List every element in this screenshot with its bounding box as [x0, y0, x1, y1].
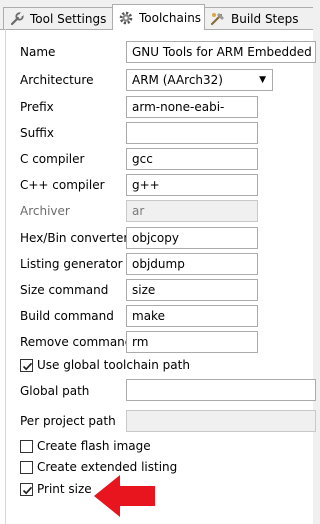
tab-toolchains[interactable]: Toolchains — [112, 4, 205, 30]
prefix-label: Prefix — [20, 100, 54, 114]
wrench-icon — [10, 11, 24, 25]
name-field[interactable]: GNU Tools for ARM Embedded Processors — [126, 41, 316, 63]
tab-label: Toolchains — [139, 10, 202, 25]
checkmark-icon — [22, 486, 33, 494]
size-command-field[interactable]: size — [126, 279, 258, 301]
per-project-path-field — [126, 410, 316, 432]
build-command-field[interactable]: make — [126, 305, 258, 327]
use-global-path-label: Use global toolchain path — [37, 358, 190, 372]
prefix-field[interactable]: arm-none-eabi- — [126, 96, 258, 118]
create-flash-image-checkbox[interactable]: Create flash image — [20, 437, 151, 455]
checkmark-icon — [22, 362, 33, 370]
create-extended-listing-label: Create extended listing — [37, 460, 178, 474]
architecture-value: ARM (AArch32) — [132, 73, 223, 87]
tab-tool-settings[interactable]: Tool Settings — [3, 7, 113, 29]
archiver-field: ar — [126, 200, 258, 222]
c-compiler-field[interactable]: gcc — [126, 148, 258, 170]
print-size-checkbox[interactable]: Print size — [20, 480, 92, 498]
use-global-path-checkbox[interactable]: Use global toolchain path — [20, 356, 190, 374]
per-project-path-label: Per project path — [20, 414, 116, 428]
panel-left-border — [5, 29, 6, 524]
red-arrow-icon — [94, 475, 155, 517]
create-flash-image-label: Create flash image — [37, 439, 151, 453]
suffix-label: Suffix — [20, 126, 54, 140]
tab-bar: Tool Settings Toolchains Build Steps — [0, 0, 313, 30]
listing-generator-field[interactable]: objdump — [126, 253, 258, 275]
arrow-shape — [94, 475, 155, 517]
build-command-label: Build command — [20, 309, 114, 323]
architecture-label: Architecture — [20, 73, 94, 87]
gear-icon — [119, 11, 133, 24]
global-path-field[interactable] — [126, 379, 316, 401]
remove-command-field[interactable]: rm — [126, 331, 258, 353]
suffix-field[interactable] — [126, 122, 258, 144]
print-size-label: Print size — [37, 482, 92, 496]
hexbin-converter-label: Hex/Bin converter — [20, 231, 129, 245]
checkbox-box[interactable] — [20, 439, 33, 453]
archiver-label: Archiver — [20, 204, 70, 218]
tab-build-steps[interactable]: Build Steps — [204, 7, 313, 29]
cpp-compiler-label: C++ compiler — [20, 178, 105, 192]
global-path-label: Global path — [20, 384, 90, 398]
c-compiler-label: C compiler — [20, 152, 85, 166]
architecture-select[interactable]: ARM (AArch32) ▼ — [126, 69, 273, 91]
build-steps-icon — [210, 12, 224, 25]
size-command-label: Size command — [20, 283, 109, 297]
tab-label: Tool Settings — [30, 11, 107, 26]
dropdown-arrow-icon: ▼ — [259, 75, 266, 85]
cpp-compiler-field[interactable]: g++ — [126, 174, 258, 196]
tab-label: Build Steps — [231, 11, 299, 26]
name-label: Name — [20, 45, 56, 59]
checkbox-box[interactable] — [20, 482, 33, 496]
hexbin-converter-field[interactable]: objcopy — [126, 227, 258, 249]
listing-generator-label: Listing generator — [20, 257, 123, 271]
checkbox-box[interactable] — [20, 358, 33, 372]
checkbox-box[interactable] — [20, 460, 33, 474]
remove-command-label: Remove command — [20, 335, 133, 349]
